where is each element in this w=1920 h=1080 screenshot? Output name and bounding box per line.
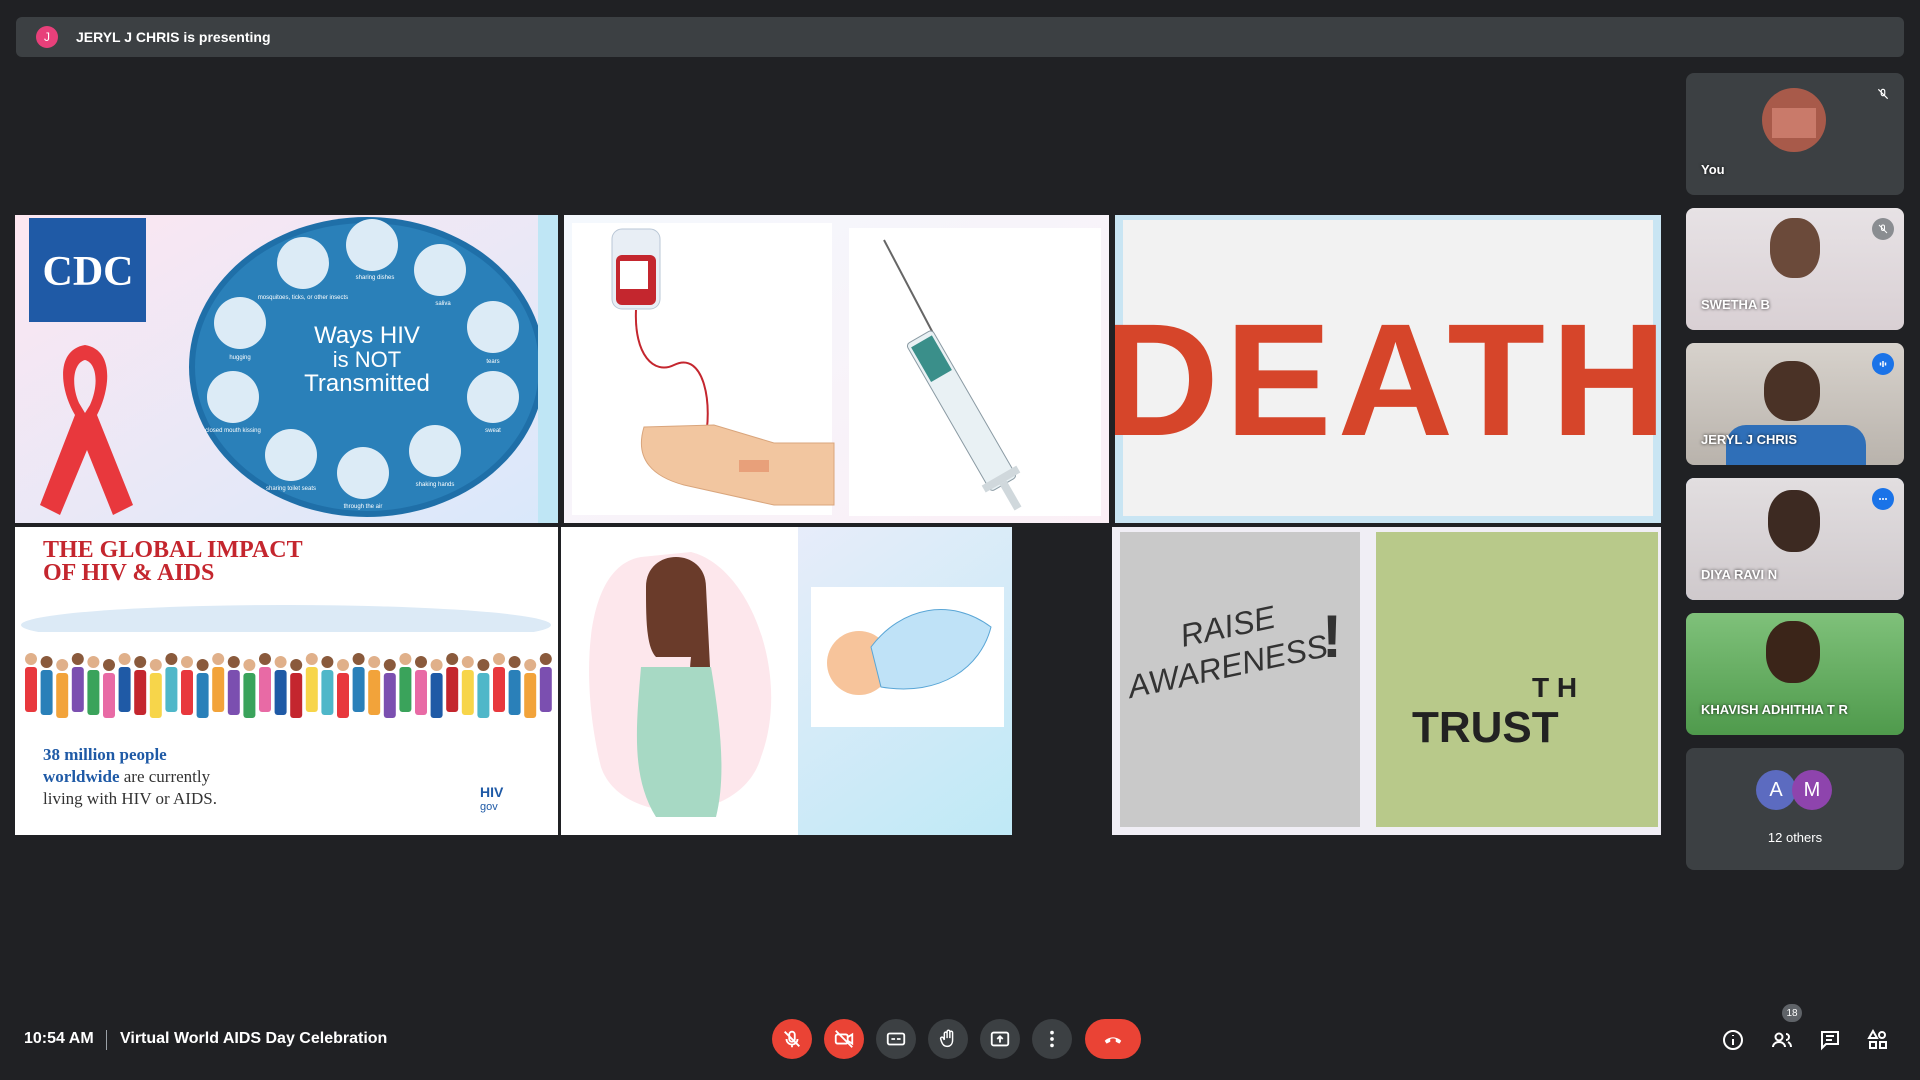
info-icon xyxy=(1723,1030,1743,1050)
camera-off-icon xyxy=(834,1030,854,1048)
avatar: A xyxy=(1756,770,1796,810)
chat-button[interactable] xyxy=(1816,1026,1844,1054)
presenting-banner: J JERYL J CHRIS is presenting xyxy=(16,17,1904,57)
meeting-name: Virtual World AIDS Day Celebration xyxy=(120,1030,388,1047)
end-call-button[interactable] xyxy=(1085,1019,1141,1059)
hand-icon xyxy=(939,1029,954,1048)
svg-text:through the air: through the air xyxy=(344,504,383,510)
svg-text:living with HIV or AIDS.: living with HIV or AIDS. xyxy=(43,789,217,808)
participant-name: You xyxy=(1701,162,1725,177)
people-icon xyxy=(1772,1032,1792,1048)
activities-button[interactable] xyxy=(1864,1026,1892,1054)
participant-tile[interactable]: DIYA RAVI N xyxy=(1686,478,1904,600)
svg-text:saliva: saliva xyxy=(435,301,451,307)
participant-name: DIYA RAVI N xyxy=(1701,567,1778,582)
panel-awareness: RAISE AWARENESS ! T H TRUST xyxy=(1112,527,1661,835)
death-word: DEATH xyxy=(1115,290,1661,469)
others-tile[interactable]: A M 12 others xyxy=(1686,748,1904,870)
participant-tile[interactable]: KHAVISH ADHITHIA T R xyxy=(1686,613,1904,735)
panel-death: DEATH xyxy=(1115,215,1661,523)
hang-up-icon xyxy=(1104,1037,1122,1044)
svg-text:HIV: HIV xyxy=(480,784,504,800)
svg-text:closed mouth kissing: closed mouth kissing xyxy=(205,428,261,434)
chat-icon xyxy=(1821,1031,1839,1051)
svg-text:OF HIV & AIDS: OF HIV & AIDS xyxy=(43,560,214,586)
presentation-area: CDC Ways HIV is NOT Transmitted mosquito… xyxy=(12,215,1664,835)
divider xyxy=(106,1030,107,1050)
svg-text:tears: tears xyxy=(486,359,499,365)
person-figure xyxy=(1768,490,1820,552)
camera-toggle-button[interactable] xyxy=(824,1019,864,1059)
panel-blood xyxy=(564,215,1109,523)
participant-tile-you[interactable]: You xyxy=(1686,73,1904,195)
meeting-details-button[interactable] xyxy=(1719,1026,1747,1054)
presenter-avatar: J xyxy=(36,26,58,48)
panel-impact: THE GLOBAL IMPACT OF HIV & AIDS 38 milli… xyxy=(15,527,558,835)
avatar: M xyxy=(1792,770,1832,810)
present-button[interactable] xyxy=(980,1019,1020,1059)
svg-text:worldwide are currently: worldwide are currently xyxy=(43,767,211,786)
participant-tile[interactable]: JERYL J CHRIS xyxy=(1686,343,1904,465)
avatar xyxy=(1762,88,1826,152)
more-options-button[interactable] xyxy=(1032,1019,1072,1059)
panel-cdc: CDC Ways HIV is NOT Transmitted mosquito… xyxy=(15,215,558,523)
svg-text:hugging: hugging xyxy=(229,355,250,361)
more-icon[interactable] xyxy=(1872,488,1894,510)
svg-text:sharing dishes: sharing dishes xyxy=(356,275,395,281)
more-vert-icon xyxy=(1050,1030,1054,1048)
svg-text:T H: T H xyxy=(1532,672,1577,703)
captions-button[interactable] xyxy=(876,1019,916,1059)
circle-title-2: is NOT xyxy=(333,347,401,372)
circle-title-1: Ways HIV xyxy=(314,322,420,349)
person-figure xyxy=(1766,621,1820,683)
svg-text:TRUST: TRUST xyxy=(1412,703,1559,752)
person-figure xyxy=(1764,361,1820,421)
raise-hand-button[interactable] xyxy=(928,1019,968,1059)
participant-name: SWETHA B xyxy=(1701,297,1770,312)
svg-text:sweat: sweat xyxy=(485,428,501,434)
mic-off-icon xyxy=(1872,218,1894,240)
people-button[interactable] xyxy=(1768,1026,1796,1054)
clock: 10:54 AM xyxy=(24,1030,94,1047)
speaking-icon xyxy=(1872,353,1894,375)
participant-name: JERYL J CHRIS xyxy=(1701,432,1798,447)
svg-text:gov: gov xyxy=(480,801,498,813)
person-figure xyxy=(1770,218,1820,278)
captions-icon xyxy=(886,1032,906,1046)
presenting-text: JERYL J CHRIS is presenting xyxy=(76,29,271,45)
circle-title-3: Transmitted xyxy=(304,370,430,397)
svg-text:38 million people: 38 million people xyxy=(43,745,167,764)
bottom-toolbar: 10:54 AM Virtual World AIDS Day Celebrat… xyxy=(0,1004,1920,1070)
participant-name: KHAVISH ADHITHIA T R xyxy=(1701,702,1848,717)
activities-icon xyxy=(1867,1028,1887,1049)
svg-text:shaking hands: shaking hands xyxy=(416,482,455,488)
cdc-logo-text: CDC xyxy=(43,249,134,295)
people-count-badge: 18 xyxy=(1782,1004,1802,1022)
svg-text:sharing toilet seats: sharing toilet seats xyxy=(266,486,316,492)
others-label: 12 others xyxy=(1767,830,1823,845)
participant-tile[interactable]: SWETHA B xyxy=(1686,208,1904,330)
mic-toggle-button[interactable] xyxy=(772,1019,812,1059)
mic-off-icon xyxy=(784,1030,800,1048)
svg-text:!: ! xyxy=(1322,603,1342,670)
mic-off-icon xyxy=(1872,83,1894,105)
panel-mother xyxy=(561,527,1012,835)
svg-text:mosquitoes, ticks, or other in: mosquitoes, ticks, or other insects xyxy=(258,295,348,301)
present-icon xyxy=(990,1031,1010,1047)
